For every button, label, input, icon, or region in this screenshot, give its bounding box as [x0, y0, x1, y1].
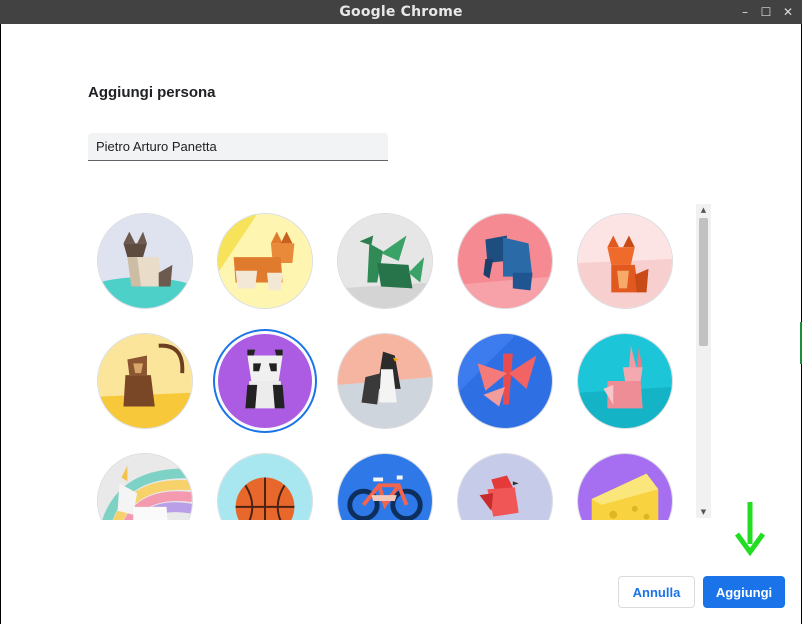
avatar-basketball[interactable]	[217, 453, 313, 520]
dialog-heading: Aggiungi persona	[88, 84, 216, 101]
avatar-panda[interactable]	[217, 333, 313, 429]
penguin-icon	[338, 334, 432, 428]
avatar-elephant[interactable]	[457, 213, 553, 309]
window-titlebar: Google Chrome – ☐ ✕	[0, 0, 802, 24]
corgi-icon	[218, 214, 312, 308]
unicorn-icon	[98, 454, 192, 520]
avatar-dragon[interactable]	[337, 213, 433, 309]
avatar-grid	[86, 202, 691, 520]
avatar-bird[interactable]	[457, 453, 553, 520]
person-name-input[interactable]	[88, 133, 388, 161]
scroll-down-icon[interactable]: ▼	[696, 506, 711, 518]
dragon-icon	[338, 214, 432, 308]
avatar-bicycle[interactable]	[337, 453, 433, 520]
avatar-fox[interactable]	[577, 213, 673, 309]
avatar-unicorn[interactable]	[97, 453, 193, 520]
monkey-icon	[98, 334, 192, 428]
avatar-corgi[interactable]	[217, 213, 313, 309]
green-down-arrow-icon	[734, 502, 766, 557]
add-button[interactable]: Aggiungi	[703, 576, 785, 608]
avatar-penguin[interactable]	[337, 333, 433, 429]
rabbit-icon	[578, 334, 672, 428]
window-title: Google Chrome	[339, 4, 463, 20]
avatar-rabbit[interactable]	[577, 333, 673, 429]
scroll-up-icon[interactable]: ▲	[696, 204, 711, 216]
bird-icon	[458, 454, 552, 520]
basketball-icon	[218, 454, 312, 520]
avatar-grid-viewport	[86, 202, 691, 520]
panda-icon	[218, 334, 312, 428]
cheese-icon	[578, 454, 672, 520]
scrollbar-thumb[interactable]	[699, 218, 708, 346]
maximize-icon[interactable]: ☐	[758, 4, 774, 20]
elephant-icon	[458, 214, 552, 308]
avatar-grid-scrollbar[interactable]: ▲ ▼	[696, 204, 711, 518]
cat-icon	[98, 214, 192, 308]
fox-icon	[578, 214, 672, 308]
avatar-butterfly[interactable]	[457, 333, 553, 429]
minimize-icon[interactable]: –	[737, 4, 753, 20]
butterfly-icon	[458, 334, 552, 428]
avatar-monkey[interactable]	[97, 333, 193, 429]
close-icon[interactable]: ✕	[780, 4, 796, 20]
bicycle-icon	[338, 454, 432, 520]
avatar-cat[interactable]	[97, 213, 193, 309]
cancel-button[interactable]: Annulla	[618, 576, 695, 608]
avatar-cheese[interactable]	[577, 453, 673, 520]
